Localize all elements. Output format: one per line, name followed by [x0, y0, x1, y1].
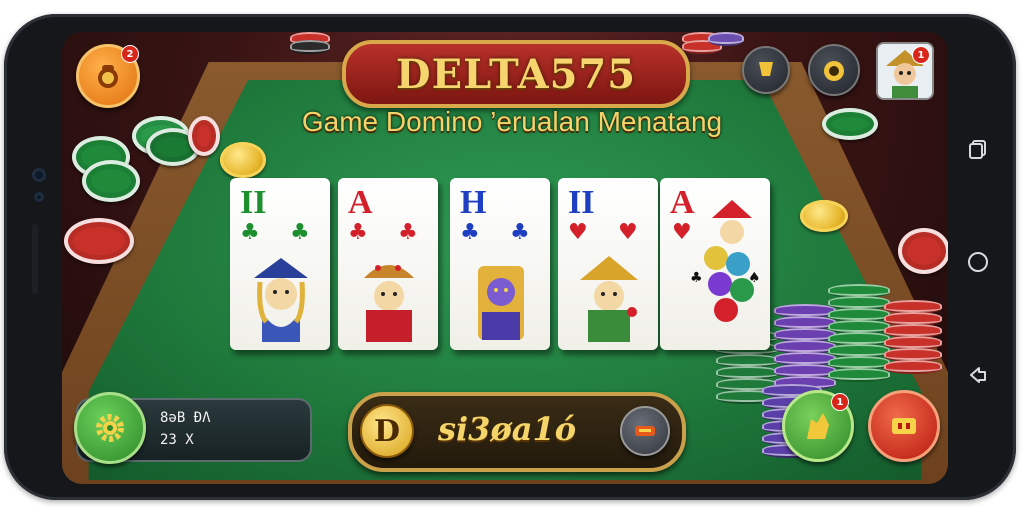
card-suit: ♣	[460, 220, 480, 245]
chip	[82, 160, 140, 202]
info-line-2: 23 Х	[160, 432, 194, 448]
balance-label: si3øa1ó	[438, 410, 577, 448]
game-title-banner: DELTA575	[342, 40, 690, 108]
card-rank: A	[348, 184, 373, 221]
coin-bag-button[interactable]: 2	[76, 44, 140, 108]
volume-button	[32, 224, 38, 294]
bonus-button[interactable]: 1	[782, 390, 854, 462]
d-coin: D	[360, 404, 414, 458]
card-figure	[580, 256, 638, 342]
d-coin-letter: D	[373, 413, 400, 449]
gear-icon	[96, 414, 124, 442]
front-camera	[32, 168, 46, 182]
game-subtitle: Game Domino ’erualan Menatang	[301, 106, 723, 137]
game-title: DELTA575	[395, 50, 637, 98]
recent-apps-icon[interactable]	[966, 138, 990, 162]
shop-button[interactable]	[620, 406, 670, 456]
card-figure	[364, 265, 414, 342]
system-nav-bar	[950, 34, 1004, 484]
chip-stack	[828, 284, 890, 394]
sensor	[34, 192, 44, 202]
card-rank: II	[240, 184, 267, 221]
exit-button[interactable]	[868, 390, 940, 462]
coin-bag-icon	[98, 65, 118, 88]
gift-button[interactable]	[808, 44, 860, 96]
playing-card[interactable]: II ♥ ♥	[558, 178, 658, 350]
chip	[64, 218, 134, 264]
card-suit: ♣	[510, 220, 530, 245]
home-icon[interactable]	[966, 250, 990, 274]
back-icon[interactable]	[966, 364, 990, 388]
notification-badge: 2	[121, 45, 139, 63]
chip-stack	[884, 300, 942, 390]
playing-card[interactable]: II ♣ ♣	[230, 178, 330, 350]
chip	[188, 116, 220, 156]
card-suit: ♥	[618, 220, 638, 245]
playing-card[interactable]: A ♥ ♣ ♠	[660, 178, 770, 350]
chip	[822, 108, 878, 140]
chip-stack	[290, 32, 330, 56]
card-suit: ♣	[290, 220, 310, 245]
card-suit: ♣	[240, 220, 260, 245]
balance-panel: D si3øa1ó	[348, 392, 686, 472]
card-figure	[478, 266, 524, 340]
gold-coin	[220, 142, 266, 178]
card-rank: H	[460, 184, 487, 221]
card-suit: ♣	[348, 220, 368, 245]
bonus-badge: 1	[831, 393, 849, 411]
settings-button[interactable]	[74, 392, 146, 464]
playing-card[interactable]: A ♣ ♣	[338, 178, 438, 350]
card-figure: ♣ ♠	[690, 200, 761, 322]
card-figure	[254, 258, 308, 342]
chip	[898, 228, 948, 274]
trophy-button[interactable]	[742, 46, 790, 94]
card-suit: ♣	[398, 220, 418, 245]
svg-text:♠: ♠	[748, 270, 761, 286]
game-screen: DELTA575 Game Domino ’erualan Menatang 2…	[62, 32, 948, 484]
gift-icon	[824, 61, 844, 81]
svg-text:♣: ♣	[690, 270, 703, 286]
card-rank: II	[568, 184, 595, 221]
player-avatar[interactable]: 1	[876, 42, 934, 100]
hand-icon	[807, 413, 829, 439]
avatar-badge: 1	[912, 46, 930, 64]
card-suit: ♥	[568, 220, 588, 245]
gold-coin	[800, 200, 848, 232]
trophy-icon	[759, 62, 773, 76]
chip-stack	[708, 32, 744, 52]
box-icon	[892, 418, 916, 434]
info-line-1: 8ǝB ĐΛ	[160, 410, 211, 426]
cart-icon	[635, 426, 655, 436]
playing-card[interactable]: H ♣ ♣	[450, 178, 550, 350]
